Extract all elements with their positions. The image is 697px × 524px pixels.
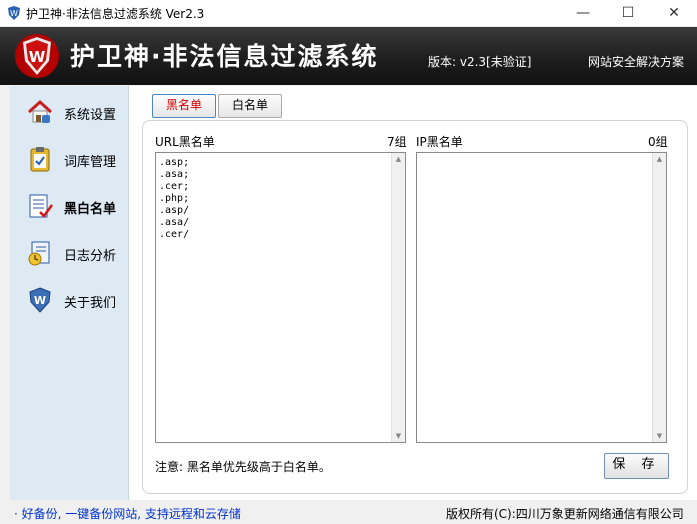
sidebar-item-settings[interactable]: 系统设置	[10, 92, 128, 132]
copyright-label: 版权所有(C):四川万象更新网络通信有限公司	[446, 507, 684, 521]
window-title: 护卫神·非法信息过滤系统 Ver2.3	[26, 7, 205, 21]
list-entry: .asa/	[159, 217, 190, 228]
maximize-icon[interactable]: ☐	[605, 0, 651, 26]
list-entry: .asa;	[159, 169, 190, 180]
svg-text:W: W	[10, 9, 18, 18]
tab-blacklist[interactable]: 黑名单	[152, 94, 216, 118]
sidebar-item-about[interactable]: W 关于我们	[10, 280, 128, 320]
sidebar: 系统设置 词库管理 黑白名单 日志分析 W 关于我们	[10, 86, 129, 500]
scroll-up-icon[interactable]: ▲	[392, 153, 405, 165]
shield-logo-icon: W	[29, 287, 51, 313]
slogan-label: 网站安全解决方案	[588, 55, 685, 69]
list-entry: .php;	[159, 193, 190, 204]
sidebar-item-label: 系统设置	[64, 108, 117, 123]
list-entry: .asp;	[159, 157, 190, 168]
house-settings-icon	[27, 99, 53, 123]
sidebar-item-label: 关于我们	[64, 296, 117, 311]
blacklist-frame: URL黑名单 7组 .asp; .asa; .cer; .php; .asp/.asa/…	[142, 120, 688, 494]
sidebar-item-label: 黑白名单	[64, 202, 117, 217]
sidebar-item-blackwhite-list[interactable]: 黑白名单	[10, 186, 128, 226]
list-entry: .cer/	[159, 229, 190, 240]
scrollbar[interactable]: ▲ ▼	[652, 153, 666, 442]
minimize-icon[interactable]: —	[560, 0, 606, 26]
status-bar: · 好备份, 一键备份网站, 支持远程和云存储 版权所有(C):四川万象更新网络…	[0, 500, 697, 524]
svg-text:W: W	[34, 294, 46, 307]
sidebar-item-label: 词库管理	[64, 155, 117, 170]
clipboard-icon	[30, 147, 50, 172]
sidebar-item-label: 日志分析	[64, 249, 117, 264]
sidebar-item-dictionary[interactable]: 词库管理	[10, 139, 128, 179]
list-entry: .asp/	[159, 205, 190, 216]
svg-text:W: W	[29, 48, 46, 66]
log-clock-icon	[28, 241, 50, 266]
backup-promo-link[interactable]: · 好备份, 一键备份网站, 支持远程和云存储	[14, 505, 241, 522]
scrollbar[interactable]: ▲ ▼	[391, 153, 405, 442]
priority-note: 注意: 黑名单优先级高于白名单。	[155, 460, 331, 474]
ip-blacklist-label: IP黑名单	[416, 135, 463, 149]
ip-blacklist-count: 0组	[648, 135, 668, 149]
ip-blacklist-textarea[interactable]: ▲ ▼	[416, 152, 667, 443]
url-blacklist-count: 7组	[387, 135, 407, 149]
list-entry: .cer;	[159, 181, 190, 192]
list-check-icon	[29, 194, 54, 218]
shield-logo-icon: W	[15, 34, 59, 78]
save-button[interactable]: 保 存	[604, 453, 669, 479]
close-icon[interactable]: ✕	[651, 0, 697, 26]
scroll-down-icon[interactable]: ▼	[392, 430, 405, 442]
scroll-up-icon[interactable]: ▲	[653, 153, 666, 165]
url-blacklist-label: URL黑名单	[155, 135, 215, 149]
tab-whitelist[interactable]: 白名单	[218, 94, 282, 118]
version-label: 版本: v2.3[未验证]	[428, 55, 532, 69]
sidebar-item-log-analysis[interactable]: 日志分析	[10, 233, 128, 273]
header-banner: W 护卫神·非法信息过滤系统 版本: v2.3[未验证] 网站安全解决方案	[0, 27, 697, 85]
scroll-down-icon[interactable]: ▼	[653, 430, 666, 442]
app-shield-icon: W	[8, 6, 20, 20]
url-blacklist-textarea[interactable]: .asp; .asa; .cer; .php; .asp/.asa/.cer/ ▲ ▼	[155, 152, 406, 443]
main-content: 黑名单 白名单 URL黑名单 7组 .asp; .asa; .cer; .php; .a…	[129, 86, 697, 500]
app-title: 护卫神·非法信息过滤系统	[70, 42, 379, 71]
title-bar: W 护卫神·非法信息过滤系统 Ver2.3 — ☐ ✕	[0, 0, 697, 27]
url-entries: .asp; .asa; .cer; .php; .asp/.asa/.cer/	[159, 157, 189, 241]
